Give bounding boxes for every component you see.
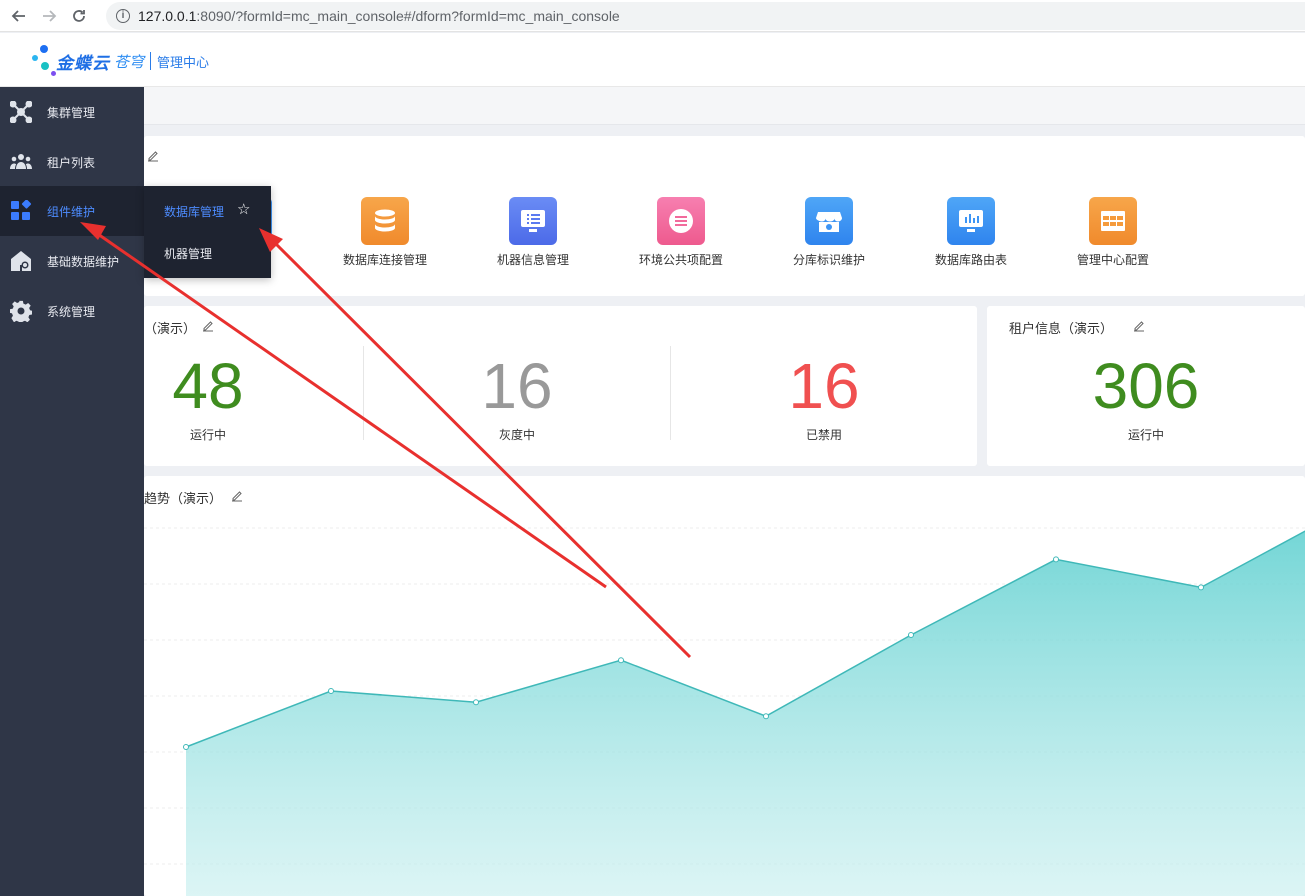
sidebar-item-system[interactable]: 系统管理 — [0, 286, 144, 336]
shortcut-tile-shard-id[interactable]: 分库标识维护 — [769, 197, 889, 277]
stat-gray: 16 灰度中 — [364, 346, 670, 443]
monitor-list-icon — [509, 197, 557, 245]
trend-card: 趋势（演示） — [144, 476, 1305, 896]
data-point[interactable] — [473, 699, 479, 706]
sidebar-item-basedata[interactable]: 基础数据维护 — [0, 236, 144, 286]
shortcut-card: 数据库连接管理 机器信息管理 环境公共项配置 分库标识维护 数据库路由表 管理中… — [144, 136, 1305, 296]
data-point[interactable] — [1053, 556, 1059, 563]
logo-dots-icon — [30, 41, 56, 81]
tile-label: 数据库连接管理 — [342, 253, 427, 267]
sidebar-item-components[interactable]: 组件维护 — [0, 186, 144, 236]
data-point[interactable] — [1198, 584, 1204, 591]
sidebar-item-label: 系统管理 — [47, 304, 96, 319]
sidebar-item-cluster[interactable]: 集群管理 — [0, 87, 144, 137]
house-gear-icon — [10, 250, 32, 272]
forward-arrow-icon[interactable] — [34, 1, 64, 31]
area-fill — [186, 531, 1305, 896]
submenu-item-label: 数据库管理 — [164, 204, 225, 219]
stat-value: 16 — [788, 350, 860, 422]
store-icon — [805, 197, 853, 245]
shortcut-tile-machine-info[interactable]: 机器信息管理 — [473, 197, 593, 277]
shortcut-tile-db-connection[interactable]: 数据库连接管理 — [325, 197, 445, 277]
stat-label: 运行中 — [1127, 428, 1164, 442]
edit-icon[interactable] — [147, 150, 159, 162]
submenu-item-database[interactable]: 数据库管理 ☆ — [144, 190, 271, 232]
data-point[interactable] — [763, 713, 769, 720]
stat-label: 运行中 — [189, 428, 226, 442]
menu-lines-icon — [657, 197, 705, 245]
sidebar-item-label: 组件维护 — [47, 204, 96, 219]
tile-label: 管理中心配置 — [1076, 253, 1149, 267]
card-title: （演示） — [144, 321, 197, 336]
logo-subtext: 苍穹 — [114, 53, 145, 71]
info-icon[interactable]: i — [116, 9, 130, 23]
shortcut-tile-env-config[interactable]: 环境公共项配置 — [621, 197, 741, 277]
shortcut-tile-mc-config[interactable]: 管理中心配置 — [1053, 197, 1173, 277]
logo[interactable]: 金蝶云 苍穹 管理中心 — [30, 41, 230, 81]
stats-card: （演示） 48 运行中 16 灰度中 16 已禁用 — [144, 306, 977, 466]
stat-tenant-running: 306 运行中 — [993, 346, 1299, 443]
browser-toolbar: i 127.0.0.1:8090/?formId=mc_main_console… — [0, 0, 1305, 32]
stat-disabled: 16 已禁用 — [671, 346, 977, 443]
stat-value: 48 — [172, 350, 244, 422]
stat-running: 48 运行中 — [55, 346, 361, 443]
database-icon — [361, 197, 409, 245]
star-icon[interactable]: ☆ — [237, 202, 253, 218]
logo-divider — [150, 52, 152, 70]
trend-area-chart — [144, 527, 1305, 896]
sidebar-item-label: 租户列表 — [47, 155, 96, 170]
submenu-item-label: 机器管理 — [164, 246, 213, 261]
sidebar-item-label: 基础数据维护 — [47, 254, 120, 269]
data-point[interactable] — [183, 744, 189, 750]
edit-icon[interactable] — [1133, 320, 1145, 332]
stat-value: 16 — [481, 350, 553, 422]
url-host: 127.0.0.1 — [138, 8, 197, 24]
tile-label: 数据库路由表 — [934, 253, 1007, 267]
components-submenu: 数据库管理 ☆ 机器管理 — [144, 186, 271, 278]
gear-icon — [10, 300, 32, 322]
data-point[interactable] — [618, 657, 624, 664]
app-name: 管理中心 — [157, 54, 210, 70]
users-icon — [10, 151, 32, 173]
stat-value: 306 — [1092, 350, 1200, 422]
sidebar-item-label: 集群管理 — [47, 105, 96, 120]
logo-text: 金蝶云 — [56, 53, 110, 73]
components-icon — [10, 200, 32, 222]
shortcut-tile-db-routing[interactable]: 数据库路由表 — [911, 197, 1031, 277]
back-arrow-icon[interactable] — [4, 1, 34, 31]
reload-icon[interactable] — [64, 1, 94, 31]
sidebar-item-tenants[interactable]: 租户列表 — [0, 137, 144, 187]
address-bar[interactable]: i 127.0.0.1:8090/?formId=mc_main_console… — [106, 2, 1305, 30]
tile-label: 环境公共项配置 — [638, 253, 723, 267]
stat-label: 已禁用 — [805, 428, 842, 442]
submenu-item-machine[interactable]: 机器管理 — [144, 232, 271, 274]
cluster-icon — [10, 101, 32, 123]
tile-label: 分库标识维护 — [792, 253, 865, 267]
tile-label: 机器信息管理 — [496, 253, 569, 267]
data-point[interactable] — [908, 632, 914, 638]
sidebar: 集群管理 租户列表 组件维护 基础数据维护 系统管理 — [0, 87, 144, 896]
monitor-chart-icon — [947, 197, 995, 245]
data-point[interactable] — [328, 688, 334, 694]
table-icon — [1089, 197, 1137, 245]
card-title: 租户信息（演示） — [1009, 321, 1114, 336]
tab-bar — [144, 87, 1305, 125]
stat-label: 灰度中 — [498, 428, 535, 442]
app-header: 金蝶云 苍穹 管理中心 — [0, 33, 1305, 87]
edit-icon[interactable] — [202, 320, 214, 332]
tenant-card: 租户信息（演示） 306 运行中 — [987, 306, 1305, 466]
url-path: :8090/?formId=mc_main_console#/dform?for… — [196, 8, 620, 24]
